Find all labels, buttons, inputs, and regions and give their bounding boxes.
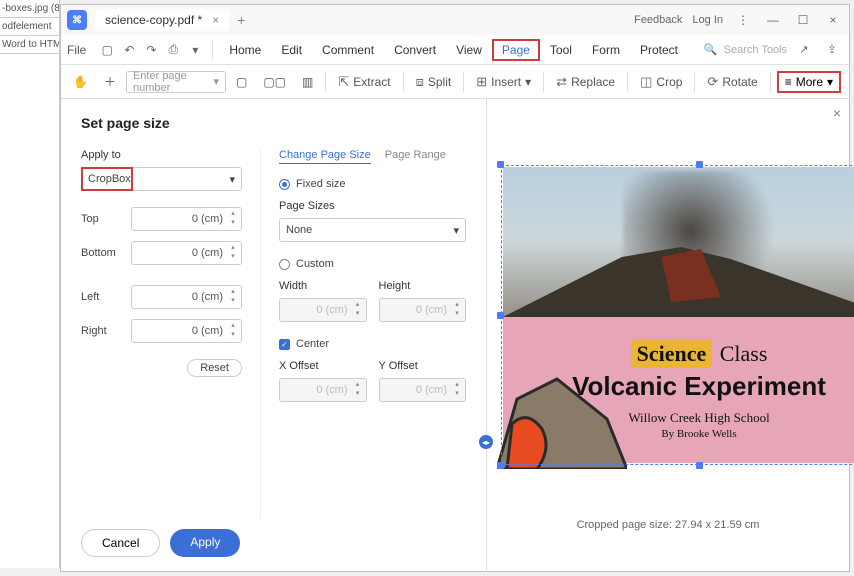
crop-size-status: Cropped page size: 27.94 x 21.59 cm: [487, 519, 849, 531]
app-window: ⌘ science-copy.pdf * × + Feedback Log In…: [60, 4, 850, 572]
replace-icon: ⇄: [556, 74, 567, 90]
thumb2-icon[interactable]: ▢▢: [257, 71, 292, 93]
bg-tab[interactable]: odfelement: [0, 18, 59, 36]
maximize-button[interactable]: ☐: [793, 13, 813, 27]
chevron-down-icon[interactable]: ▾: [184, 39, 206, 61]
page-sizes-label: Page Sizes: [279, 200, 466, 212]
page-placeholder: Enter page number: [133, 70, 213, 94]
panel-close-icon[interactable]: ×: [833, 105, 841, 121]
rotate-icon: ⟳: [707, 74, 718, 90]
height-input: 0 (cm)▴▾: [379, 298, 467, 322]
yoffset-label: Y Offset: [379, 360, 467, 372]
preview-area: × ◂▸ Science Class Volcanic Experiment W…: [487, 99, 849, 571]
insert-icon: ⊞: [476, 74, 487, 90]
right-label: Right: [81, 325, 131, 337]
extract-icon: ⇱: [338, 74, 349, 90]
save-icon[interactable]: ▢: [96, 39, 118, 61]
close-button[interactable]: ×: [823, 13, 843, 27]
xoffset-input: 0 (cm)▴▾: [279, 378, 367, 402]
undo-icon[interactable]: ↶: [118, 39, 140, 61]
redo-icon[interactable]: ↷: [140, 39, 162, 61]
top-input[interactable]: 0 (cm)▴▾: [131, 207, 242, 231]
menu-form[interactable]: Form: [582, 39, 630, 61]
crop-button[interactable]: ◫Crop: [634, 70, 688, 94]
fixed-size-radio[interactable]: Fixed size: [279, 178, 466, 190]
extract-button[interactable]: ⇱Extract: [332, 70, 396, 94]
menu-comment[interactable]: Comment: [312, 39, 384, 61]
document-tab[interactable]: science-copy.pdf * ×: [95, 9, 229, 31]
minimize-button[interactable]: —: [763, 13, 783, 27]
right-input[interactable]: 0 (cm)▴▾: [131, 319, 242, 343]
menu-protect[interactable]: Protect: [630, 39, 688, 61]
bg-tab[interactable]: -boxes.jpg (8: [0, 0, 59, 18]
chevron-down-icon: ▾: [229, 173, 235, 186]
top-label: Top: [81, 213, 131, 225]
search-tools[interactable]: Search Tools: [724, 44, 787, 56]
left-input[interactable]: 0 (cm)▴▾: [131, 285, 242, 309]
menu-edit[interactable]: Edit: [271, 39, 312, 61]
split-button[interactable]: ⧈Split: [410, 70, 458, 94]
menu-convert[interactable]: Convert: [384, 39, 446, 61]
chevron-down-icon: ▾: [525, 75, 531, 89]
more-icon: ≡: [785, 75, 792, 89]
menu-page[interactable]: Page: [492, 39, 540, 61]
feedback-link[interactable]: Feedback: [634, 14, 682, 26]
bottom-input[interactable]: 0 (cm)▴▾: [131, 241, 242, 265]
set-page-size-panel: Set page size Apply to CropBox ▾ Top0 (c…: [61, 99, 487, 571]
tab-title: science-copy.pdf *: [105, 13, 202, 27]
chevron-down-icon: ▾: [453, 224, 459, 237]
apply-to-value: CropBox: [88, 173, 131, 185]
width-input: 0 (cm)▴▾: [279, 298, 367, 322]
tab-page-range[interactable]: Page Range: [385, 149, 446, 164]
reset-button[interactable]: Reset: [187, 359, 242, 377]
center-checkbox[interactable]: ✓Center: [279, 338, 466, 350]
apply-button[interactable]: Apply: [170, 529, 240, 557]
panel-title: Set page size: [81, 115, 466, 131]
menu-view[interactable]: View: [446, 39, 492, 61]
menubar: File ▢ ↶ ↷ ⎙ ▾ Home Edit Comment Convert…: [61, 35, 849, 65]
custom-radio[interactable]: Custom: [279, 258, 466, 270]
apply-to-label: Apply to: [81, 149, 242, 161]
cancel-button[interactable]: Cancel: [81, 529, 160, 557]
more-button[interactable]: ≡More▾: [777, 71, 841, 93]
open-external-icon[interactable]: ↗: [793, 39, 815, 61]
thumb3-icon[interactable]: ▥: [296, 71, 319, 93]
menu-tool[interactable]: Tool: [540, 39, 582, 61]
bottom-label: Bottom: [81, 247, 131, 259]
hand-tool-icon[interactable]: ✋: [67, 71, 94, 93]
xoffset-label: X Offset: [279, 360, 367, 372]
height-label: Height: [379, 280, 467, 292]
add-icon[interactable]: ＋: [98, 69, 122, 94]
login-link[interactable]: Log In: [692, 14, 723, 26]
tab-close-icon[interactable]: ×: [212, 13, 219, 27]
page-toolbar: ✋ ＋ Enter page number▾ ▢ ▢▢ ▥ ⇱Extract ⧈…: [61, 65, 849, 99]
left-label: Left: [81, 291, 131, 303]
tab-change-page-size[interactable]: Change Page Size: [279, 149, 371, 164]
new-tab-button[interactable]: +: [237, 12, 245, 28]
kebab-icon[interactable]: ⋮: [733, 13, 753, 27]
document-preview[interactable]: Science Class Volcanic Experiment Willow…: [501, 165, 854, 465]
menu-home[interactable]: Home: [219, 39, 271, 61]
yoffset-input: 0 (cm)▴▾: [379, 378, 467, 402]
file-menu[interactable]: File: [67, 43, 86, 57]
apply-to-select[interactable]: CropBox ▾: [81, 167, 242, 191]
chevron-down-icon: ▾: [213, 75, 219, 88]
titlebar: ⌘ science-copy.pdf * × + Feedback Log In…: [61, 5, 849, 35]
crop-icon: ◫: [640, 74, 652, 90]
bg-tab[interactable]: Word to HTM: [0, 36, 59, 54]
width-label: Width: [279, 280, 367, 292]
chevron-down-icon: ▾: [827, 75, 833, 89]
search-icon[interactable]: 🔍: [704, 43, 718, 56]
rotate-button[interactable]: ⟳Rotate: [701, 70, 763, 94]
app-icon: ⌘: [67, 10, 87, 30]
thumb1-icon[interactable]: ▢: [230, 71, 253, 93]
page-number-input[interactable]: Enter page number▾: [126, 71, 226, 93]
insert-button[interactable]: ⊞Insert▾: [470, 70, 537, 94]
collapse-handle[interactable]: ◂▸: [479, 435, 493, 449]
replace-button[interactable]: ⇄Replace: [550, 70, 621, 94]
print-icon[interactable]: ⎙: [162, 39, 184, 61]
share-icon[interactable]: ⇪: [821, 39, 843, 61]
split-icon: ⧈: [416, 74, 424, 90]
page-sizes-select[interactable]: None▾: [279, 218, 466, 242]
